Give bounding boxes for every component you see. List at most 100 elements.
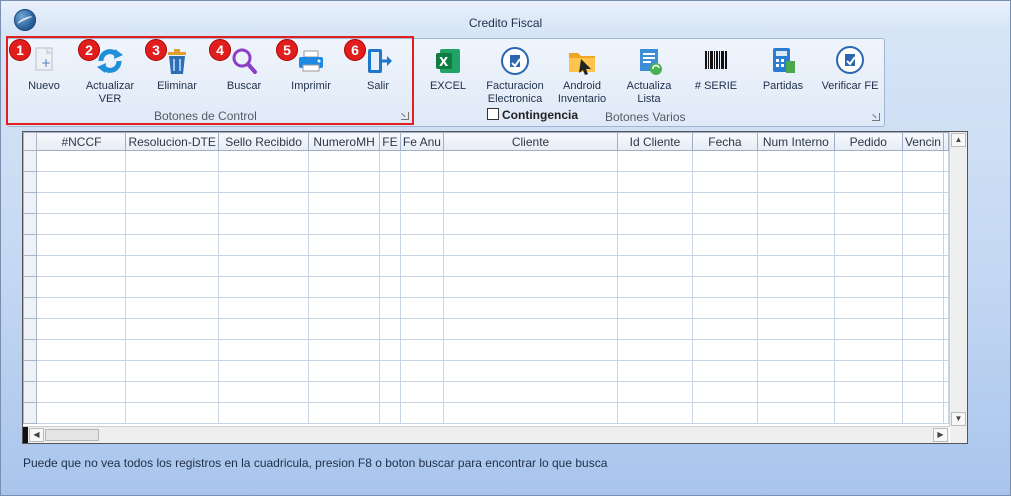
grid-cell[interactable]	[901, 150, 945, 172]
grid-cell[interactable]	[901, 213, 945, 235]
grid-cell[interactable]	[617, 402, 693, 424]
grid-cell[interactable]	[617, 297, 693, 319]
grid-cell[interactable]	[217, 234, 310, 256]
column-header[interactable]: Fecha	[691, 132, 759, 151]
grid-cell[interactable]	[943, 171, 949, 193]
grid-cell[interactable]	[308, 339, 380, 361]
grid-cell[interactable]	[36, 255, 127, 277]
grid-cell[interactable]	[36, 360, 127, 382]
horizontal-scrollbar[interactable]: ◀ ▶	[23, 426, 949, 443]
grid-cell[interactable]	[691, 339, 759, 361]
grid-cell[interactable]	[617, 192, 693, 214]
misc-group-launcher-icon[interactable]	[872, 113, 880, 121]
column-header[interactable]: NumeroMH	[308, 132, 380, 151]
grid-cell[interactable]	[691, 402, 759, 424]
grid-cell[interactable]	[901, 234, 945, 256]
grid-cell[interactable]	[442, 402, 619, 424]
grid-cell[interactable]	[901, 339, 945, 361]
row-header[interactable]	[23, 381, 38, 403]
grid-cell[interactable]	[217, 276, 310, 298]
grid-cell[interactable]	[757, 297, 835, 319]
grid-cell[interactable]	[217, 255, 310, 277]
scroll-left-icon[interactable]: ◀	[29, 428, 44, 442]
grid-cell[interactable]	[378, 234, 401, 256]
grid-cell[interactable]	[901, 192, 945, 214]
grid-cell[interactable]	[691, 234, 759, 256]
row-header[interactable]	[23, 297, 38, 319]
grid-cell[interactable]	[943, 402, 949, 424]
row-header[interactable]	[23, 318, 38, 340]
grid-cell[interactable]	[901, 276, 945, 298]
grid-cell[interactable]	[442, 360, 619, 382]
grid-cell[interactable]	[833, 297, 903, 319]
vertical-scrollbar[interactable]: ▲ ▼	[949, 132, 967, 427]
grid-cell[interactable]	[36, 171, 127, 193]
grid-cell[interactable]	[617, 318, 693, 340]
contingencia-checkbox-box[interactable]	[487, 108, 499, 120]
scroll-up-icon[interactable]: ▲	[951, 133, 966, 147]
grid-cell[interactable]	[125, 402, 219, 424]
grid-cell[interactable]	[901, 255, 945, 277]
grid-cell[interactable]	[378, 192, 401, 214]
column-header[interactable]: Cliente	[442, 132, 619, 151]
grid-cell[interactable]	[399, 318, 444, 340]
grid-cell[interactable]	[36, 150, 127, 172]
grid-cell[interactable]	[833, 234, 903, 256]
grid-cell[interactable]	[308, 234, 380, 256]
grid-cell[interactable]	[442, 213, 619, 235]
grid-cell[interactable]	[378, 171, 401, 193]
grid-cell[interactable]	[399, 381, 444, 403]
grid-cell[interactable]	[943, 192, 949, 214]
grid-cell[interactable]	[833, 381, 903, 403]
grid-cell[interactable]	[901, 381, 945, 403]
column-header[interactable]: Num Interno	[757, 132, 835, 151]
grid-cell[interactable]	[217, 213, 310, 235]
grid-cell[interactable]	[943, 339, 949, 361]
grid-cell[interactable]	[125, 255, 219, 277]
table-row[interactable]	[23, 276, 949, 298]
data-grid[interactable]: #NCCF Resolucion-DTE Sello Recibido NumeroM…	[22, 131, 968, 444]
grid-cell[interactable]	[36, 339, 127, 361]
grid-cell[interactable]	[308, 150, 380, 172]
grid-cell[interactable]	[757, 171, 835, 193]
grid-cell[interactable]	[399, 360, 444, 382]
grid-cell[interactable]	[617, 171, 693, 193]
grid-cell[interactable]	[757, 381, 835, 403]
grid-cell[interactable]	[442, 381, 619, 403]
grid-cell[interactable]	[617, 360, 693, 382]
row-header[interactable]	[23, 213, 38, 235]
column-header[interactable]: Vencin	[901, 132, 945, 151]
grid-cell[interactable]	[833, 339, 903, 361]
row-header[interactable]	[23, 192, 38, 214]
grid-cell[interactable]	[442, 318, 619, 340]
grid-cell[interactable]	[691, 171, 759, 193]
grid-cell[interactable]	[399, 150, 444, 172]
grid-cell[interactable]	[442, 276, 619, 298]
grid-cell[interactable]	[617, 276, 693, 298]
grid-cell[interactable]	[757, 402, 835, 424]
grid-cell[interactable]	[308, 255, 380, 277]
grid-cell[interactable]	[833, 255, 903, 277]
grid-cell[interactable]	[943, 360, 949, 382]
grid-cell[interactable]	[943, 276, 949, 298]
column-header[interactable]: Id Cliente	[617, 132, 693, 151]
row-header[interactable]	[23, 276, 38, 298]
grid-cell[interactable]	[217, 381, 310, 403]
grid-cell[interactable]	[617, 339, 693, 361]
table-row[interactable]	[23, 171, 949, 193]
table-row[interactable]	[23, 213, 949, 235]
android-inventario-button[interactable]: Android Inventario	[551, 45, 613, 106]
grid-cell[interactable]	[308, 171, 380, 193]
grid-cell[interactable]	[833, 318, 903, 340]
grid-cell[interactable]	[217, 297, 310, 319]
grid-cell[interactable]	[36, 402, 127, 424]
grid-cell[interactable]	[691, 255, 759, 277]
actualiza-lista-button[interactable]: Actualiza Lista	[618, 45, 680, 106]
table-row[interactable]	[23, 297, 949, 319]
grid-cell[interactable]	[378, 213, 401, 235]
grid-cell[interactable]	[378, 339, 401, 361]
grid-cell[interactable]	[399, 213, 444, 235]
row-header[interactable]	[23, 339, 38, 361]
grid-cell[interactable]	[36, 276, 127, 298]
partidas-button[interactable]: Partidas	[752, 45, 814, 93]
